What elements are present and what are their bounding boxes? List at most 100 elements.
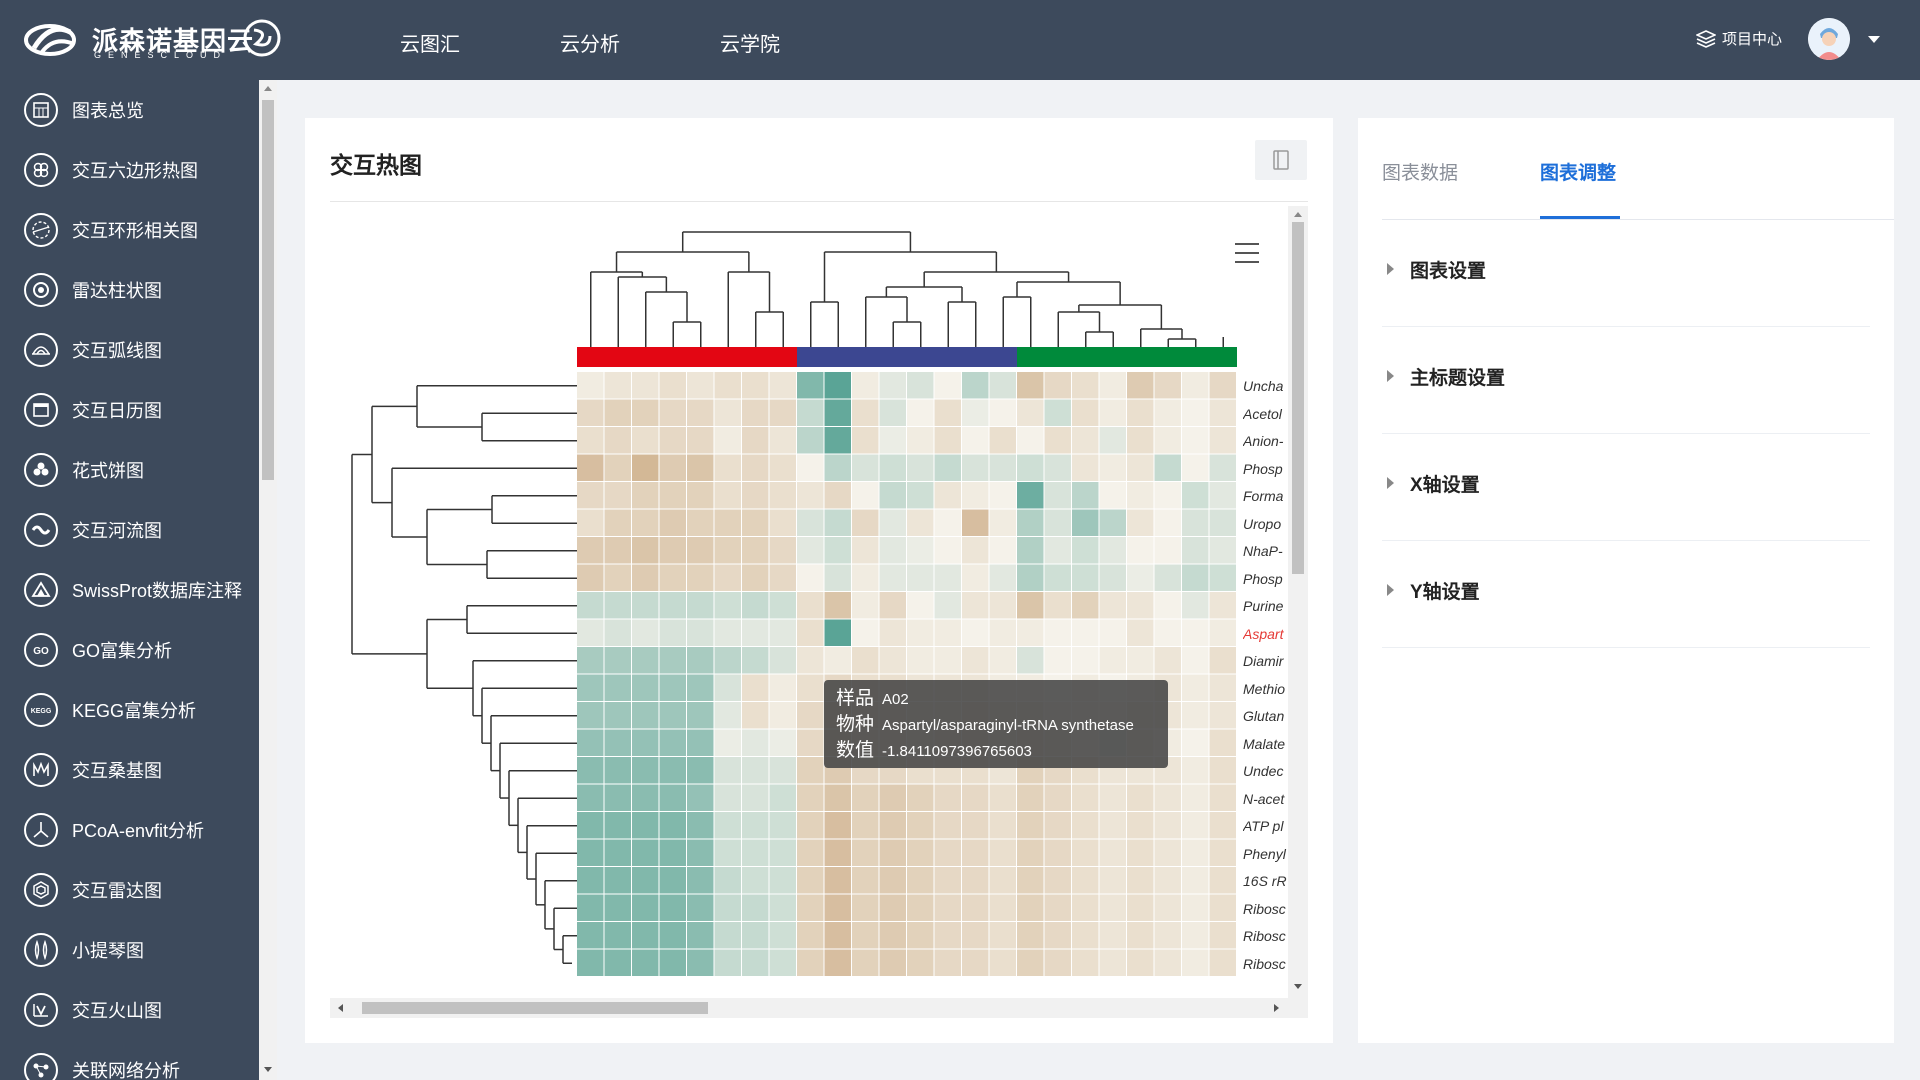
heatmap-cell[interactable] [687, 812, 714, 839]
chart-scroll-up-icon[interactable] [1294, 212, 1302, 217]
heatmap-cell[interactable] [742, 867, 769, 894]
heatmap-cell[interactable] [1017, 922, 1044, 949]
heatmap-cell[interactable] [687, 702, 714, 729]
heatmap-cell[interactable] [879, 399, 907, 427]
heatmap-cell[interactable] [1044, 482, 1072, 509]
heatmap-cell[interactable] [742, 674, 769, 702]
heatmap-cell[interactable] [1044, 894, 1072, 922]
row-label[interactable]: Undec [1243, 763, 1287, 779]
heatmap-cell[interactable] [1182, 427, 1209, 454]
heatmap-cell[interactable] [742, 812, 769, 839]
row-label[interactable]: Diamir [1243, 653, 1287, 669]
heatmap-cell[interactable] [604, 454, 632, 482]
heatmap-cell[interactable] [824, 537, 852, 564]
heatmap-cell[interactable] [1154, 482, 1182, 509]
heatmap-cell[interactable] [934, 454, 962, 482]
heatmap-cell[interactable] [659, 619, 687, 647]
row-label[interactable]: Glutan [1243, 708, 1287, 724]
row-label[interactable]: Anion- [1243, 433, 1287, 449]
heatmap-cell[interactable] [1127, 592, 1154, 619]
heatmap-cell[interactable] [659, 702, 687, 729]
heatmap-cell[interactable] [907, 839, 934, 867]
heatmap-cell[interactable] [1127, 647, 1154, 674]
heatmap-cell[interactable] [577, 674, 604, 702]
heatmap-cell[interactable] [659, 922, 687, 949]
heatmap-cell[interactable] [1182, 482, 1209, 509]
sidebar-item-9[interactable]: SwissProt数据库注释 [24, 570, 242, 610]
heatmap-cell[interactable] [632, 674, 659, 702]
heatmap-cell[interactable] [934, 784, 962, 812]
heatmap-cell[interactable] [852, 784, 879, 812]
heatmap-cell[interactable] [1099, 922, 1127, 949]
heatmap-cell[interactable] [577, 922, 604, 949]
heatmap-cell[interactable] [714, 372, 742, 399]
heatmap-cell[interactable] [769, 427, 797, 454]
heatmap-cell[interactable] [632, 757, 659, 784]
heatmap-cell[interactable] [1044, 592, 1072, 619]
heatmap-cell[interactable] [797, 702, 824, 729]
heatmap-cell[interactable] [577, 894, 604, 922]
heatmap-cell[interactable] [907, 619, 934, 647]
heatmap-cell[interactable] [1017, 867, 1044, 894]
heatmap-cell[interactable] [604, 674, 632, 702]
heatmap-cell[interactable] [1072, 867, 1099, 894]
project-center-link[interactable]: 项目中心 [1696, 28, 1782, 49]
heatmap-cell[interactable] [659, 784, 687, 812]
heatmap-cell[interactable] [659, 427, 687, 454]
sidebar-scrollbar[interactable] [259, 80, 277, 1080]
heatmap-cell[interactable] [934, 949, 962, 977]
heatmap-cell[interactable] [962, 839, 989, 867]
heatmap-cell[interactable] [824, 482, 852, 509]
heatmap-cell[interactable] [797, 757, 824, 784]
heatmap-cell[interactable] [934, 647, 962, 674]
heatmap-cell[interactable] [632, 537, 659, 564]
heatmap-cell[interactable] [687, 509, 714, 537]
heatmap-cell[interactable] [1182, 592, 1209, 619]
heatmap-cell[interactable] [769, 399, 797, 427]
heatmap-cell[interactable] [1154, 894, 1182, 922]
heatmap-cell[interactable] [852, 839, 879, 867]
heatmap-cell[interactable] [632, 812, 659, 839]
heatmap-cell[interactable] [1209, 537, 1237, 564]
heatmap-cell[interactable] [632, 619, 659, 647]
heatmap-cell[interactable] [659, 537, 687, 564]
sidebar-item-6[interactable]: 交互日历图 [24, 390, 162, 430]
heatmap-cell[interactable] [687, 592, 714, 619]
heatmap-cell[interactable] [1099, 427, 1127, 454]
heatmap-cell[interactable] [604, 729, 632, 757]
heatmap-cell[interactable] [797, 867, 824, 894]
heatmap-cell[interactable] [1209, 757, 1237, 784]
heatmap-cell[interactable] [879, 592, 907, 619]
heatmap-cell[interactable] [1154, 372, 1182, 399]
heatmap-cell[interactable] [742, 399, 769, 427]
heatmap-cell[interactable] [632, 784, 659, 812]
heatmap-cell[interactable] [962, 399, 989, 427]
heatmap-cell[interactable] [852, 399, 879, 427]
heatmap-cell[interactable] [1209, 427, 1237, 454]
heatmap-cell[interactable] [659, 592, 687, 619]
heatmap-cell[interactable] [769, 757, 797, 784]
row-label[interactable]: Ribosc [1243, 956, 1287, 972]
setting-chart[interactable]: 图表设置 [1382, 220, 1870, 327]
heatmap-cell[interactable] [687, 427, 714, 454]
heatmap-cell[interactable] [1127, 867, 1154, 894]
heatmap-cell[interactable] [604, 784, 632, 812]
heatmap-cell[interactable] [907, 399, 934, 427]
heatmap-cell[interactable] [604, 564, 632, 592]
heatmap-cell[interactable] [1072, 619, 1099, 647]
heatmap-cell[interactable] [1154, 647, 1182, 674]
heatmap-cell[interactable] [632, 867, 659, 894]
heatmap-cell[interactable] [824, 372, 852, 399]
heatmap-cell[interactable] [769, 867, 797, 894]
heatmap-cell[interactable] [797, 922, 824, 949]
heatmap-cell[interactable] [687, 619, 714, 647]
heatmap-cell[interactable] [907, 784, 934, 812]
heatmap-cell[interactable] [577, 757, 604, 784]
heatmap-cell[interactable] [742, 757, 769, 784]
heatmap-cell[interactable] [659, 372, 687, 399]
heatmap-cell[interactable] [604, 867, 632, 894]
heatmap-cell[interactable] [1127, 564, 1154, 592]
heatmap-cell[interactable] [1017, 647, 1044, 674]
heatmap-cell[interactable] [769, 592, 797, 619]
heatmap-cell[interactable] [1182, 647, 1209, 674]
